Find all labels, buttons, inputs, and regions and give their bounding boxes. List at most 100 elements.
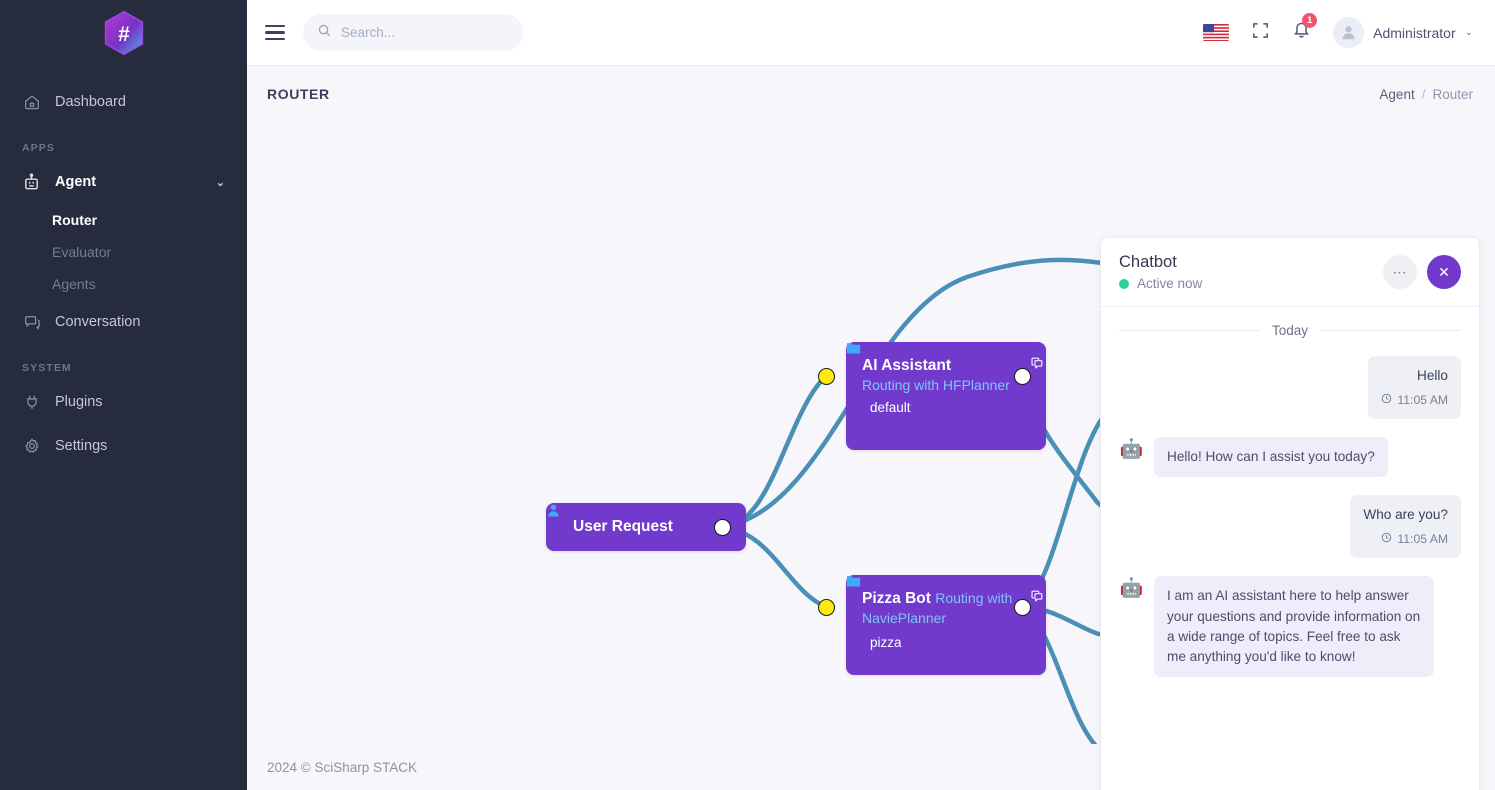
node-folder-label: default — [870, 400, 911, 415]
bell-icon — [1292, 27, 1311, 44]
fullscreen-icon[interactable] — [1251, 21, 1270, 45]
search-input[interactable] — [341, 25, 509, 40]
sidebar-subitem-label: Agents — [52, 276, 96, 292]
message-bubble: I am an AI assistant here to help answer… — [1154, 576, 1434, 676]
node-folder: default — [862, 400, 1030, 415]
gear-icon — [22, 437, 41, 456]
chat-message-bot: 🤖 I am an AI assistant here to help answ… — [1119, 576, 1461, 676]
message-bubble: Hello 11:05 AM — [1368, 356, 1461, 419]
breadcrumb-parent[interactable]: Agent — [1379, 87, 1414, 102]
chat-close-button[interactable]: ✕ — [1427, 255, 1461, 289]
node-title-text: Pizza Bot — [862, 590, 931, 607]
sidebar-item-agent[interactable]: Agent ⌄ — [0, 160, 247, 204]
sidebar-item-agents[interactable]: Agents — [0, 268, 247, 300]
message-time: 11:05 AM — [1363, 530, 1448, 548]
page-title: ROUTER — [267, 86, 330, 102]
node-title: Pizza Bot Routing with NaviePlanner — [862, 589, 1030, 629]
sidebar-item-plugins[interactable]: Plugins — [0, 380, 247, 424]
chat-icon — [22, 313, 41, 332]
handle-pizza-bot-input[interactable] — [818, 599, 835, 616]
chat-message-bot: 🤖 Hello! How can I assist you today? — [1119, 437, 1461, 477]
bot-avatar-icon: 🤖 — [1119, 437, 1144, 462]
sidebar-subitem-label: Router — [52, 212, 97, 228]
breadcrumb-current: Router — [1432, 87, 1473, 102]
search-box[interactable] — [303, 14, 523, 51]
status-dot-icon — [1119, 279, 1129, 289]
chat-more-button[interactable]: ⋯ — [1383, 255, 1417, 289]
chat-messages[interactable]: Today Hello 1 — [1101, 307, 1479, 790]
chat-actions: ⋯ ✕ — [1383, 255, 1461, 289]
handle-ai-assistant-input[interactable] — [818, 368, 835, 385]
main-area: 1 Administrator ⌄ ROUTER Agent — [247, 0, 1495, 790]
chevron-down-icon: ⌄ — [1465, 27, 1473, 38]
sidebar-item-router[interactable]: Router — [0, 204, 247, 236]
chat-panel: Chatbot Active now ⋯ ✕ Today — [1100, 237, 1480, 790]
topbar-right: 1 Administrator ⌄ — [1203, 17, 1473, 48]
sidebar-item-dashboard[interactable]: Dashboard — [0, 80, 247, 124]
chat-status-label: Active now — [1137, 276, 1202, 291]
home-icon — [22, 93, 41, 112]
chat-header: Chatbot Active now ⋯ ✕ — [1101, 238, 1479, 307]
sidebar-item-label: Dashboard — [55, 94, 126, 110]
sidebar-item-label: Conversation — [55, 314, 140, 330]
chat-day-label: Today — [1272, 323, 1308, 338]
chevron-down-icon[interactable]: ⌄ — [216, 176, 225, 189]
message-text: Who are you? — [1363, 505, 1448, 525]
scisharp-logo-icon: # — [102, 10, 146, 56]
breadcrumb-separator: / — [1422, 87, 1426, 102]
handle-ai-assistant-output[interactable] — [1014, 368, 1031, 385]
sidebar-section-system: SYSTEM — [0, 344, 247, 380]
message-text: I am an AI assistant here to help answer… — [1167, 588, 1420, 663]
node-title: User Request — [573, 517, 673, 537]
clock-icon — [1381, 391, 1392, 409]
breadcrumb: Agent / Router — [1379, 87, 1473, 102]
topbar: 1 Administrator ⌄ — [247, 0, 1495, 66]
app-root: # Dashboard APPS — [0, 0, 1495, 790]
robot-icon — [22, 173, 41, 192]
content-area: User Request AI Assistant Routing with H… — [247, 112, 1495, 790]
sidebar-item-settings[interactable]: Settings — [0, 424, 247, 468]
avatar — [1333, 17, 1364, 48]
page-header: ROUTER Agent / Router — [247, 66, 1495, 112]
chat-message-user: Hello 11:05 AM — [1119, 356, 1461, 419]
footer-text: 2024 © SciSharp STACK — [267, 760, 417, 775]
message-text: Hello! How can I assist you today? — [1167, 449, 1375, 464]
sidebar-item-label: Agent — [55, 174, 96, 190]
sidebar-item-label: Settings — [55, 438, 107, 454]
divider-line — [1119, 330, 1260, 331]
hamburger-icon[interactable] — [265, 25, 285, 41]
brand-logo[interactable]: # — [0, 0, 247, 66]
sidebar-nav: Dashboard APPS Agent ⌄ — [0, 66, 247, 468]
handle-pizza-bot-output[interactable] — [1014, 599, 1031, 616]
us-flag-icon[interactable] — [1203, 24, 1229, 41]
chat-message-user: Who are you? 11:05 AM — [1119, 495, 1461, 558]
chat-title: Chatbot — [1119, 253, 1202, 272]
node-folder-label: pizza — [870, 635, 902, 650]
user-menu[interactable]: Administrator ⌄ — [1333, 17, 1473, 48]
search-icon — [317, 23, 332, 43]
message-bubble: Who are you? 11:05 AM — [1350, 495, 1461, 558]
flow-node-ai-assistant[interactable]: AI Assistant Routing with HFPlanner defa… — [846, 342, 1046, 450]
notifications-button[interactable]: 1 — [1292, 20, 1311, 45]
sidebar-item-label: Plugins — [55, 394, 103, 410]
bot-avatar-icon: 🤖 — [1119, 576, 1144, 601]
flow-node-pizza-bot[interactable]: Pizza Bot Routing with NaviePlanner pizz… — [846, 575, 1046, 675]
message-text: Hello — [1381, 366, 1448, 386]
sidebar-section-apps: APPS — [0, 124, 247, 160]
chat-day-separator: Today — [1119, 323, 1461, 338]
notification-count-badge: 1 — [1302, 13, 1317, 28]
clock-icon — [1381, 530, 1392, 548]
message-time-text: 11:05 AM — [1397, 391, 1448, 409]
node-subtitle: Routing with HFPlanner — [862, 376, 1030, 394]
sidebar-item-conversation[interactable]: Conversation — [0, 300, 247, 344]
svg-text:#: # — [118, 23, 130, 46]
message-bubble: Hello! How can I assist you today? — [1154, 437, 1388, 477]
node-title: AI Assistant — [862, 356, 1030, 376]
message-time: 11:05 AM — [1381, 391, 1448, 409]
sidebar-item-evaluator[interactable]: Evaluator — [0, 236, 247, 268]
handle-user-request-output[interactable] — [714, 519, 731, 536]
node-folder: pizza — [862, 635, 1030, 650]
divider-line — [1320, 330, 1461, 331]
chat-header-text: Chatbot Active now — [1119, 253, 1202, 291]
user-name: Administrator — [1373, 25, 1455, 41]
